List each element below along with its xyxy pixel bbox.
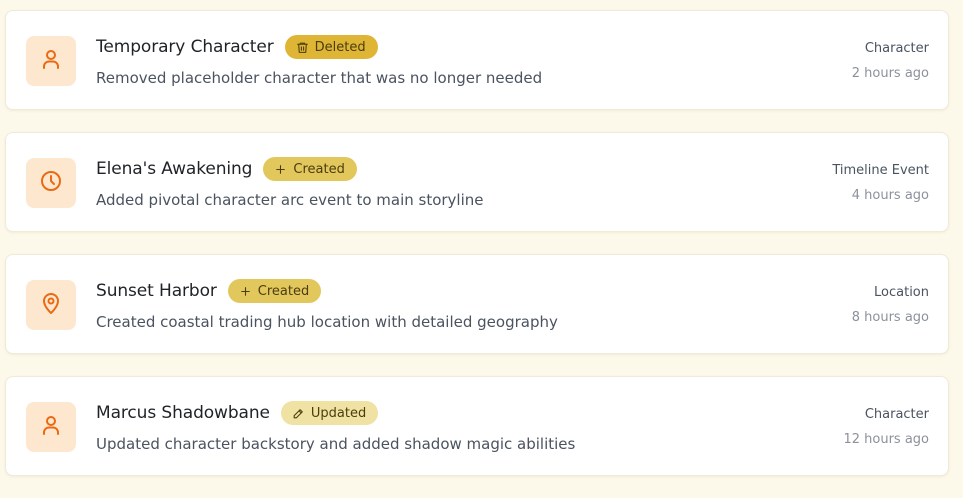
activity-title: Sunset Harbor [96,281,217,301]
activity-title: Temporary Character [96,37,274,57]
timestamp: 8 hours ago [851,310,929,325]
map-pin-icon [39,291,63,319]
activity-description: Created coastal trading hub location wit… [96,313,558,331]
activity-card[interactable]: Elena's Awakening Created Added pivotal … [5,132,949,232]
plus-icon [274,163,287,176]
activity-description: Updated character backstory and added sh… [96,435,576,453]
activity-title: Elena's Awakening [96,159,253,179]
status-badge: Updated [280,401,379,425]
badge-label: Updated [310,405,367,421]
timestamp: 12 hours ago [843,432,929,447]
activity-icon-box [26,402,76,452]
badge-label: Created [293,161,345,177]
entity-type: Timeline Event [832,163,929,178]
status-badge: Created [227,279,322,303]
activity-title: Marcus Shadowbane [96,403,270,423]
activity-feed: Temporary Character Deleted Removed plac… [5,10,949,498]
timestamp: 2 hours ago [851,66,929,81]
activity-icon-box [26,280,76,330]
activity-description: Removed placeholder character that was n… [96,69,543,87]
pencil-icon [292,407,305,420]
activity-description: Added pivotal character arc event to mai… [96,191,484,209]
activity-meta: Location 8 hours ago [852,284,929,327]
status-badge: Created [263,157,357,181]
activity-meta: Character 12 hours ago [843,406,929,449]
activity-card[interactable]: Sunset Harbor Created Created coastal tr… [5,254,949,354]
activity-meta: Character 2 hours ago [852,40,929,83]
activity-icon-box [26,36,76,86]
badge-label: Created [257,283,310,299]
activity-icon-box [26,158,76,208]
user-icon [39,413,63,441]
user-icon [39,47,63,75]
trash-icon [296,41,309,54]
status-badge: Deleted [284,35,378,59]
plus-icon [239,285,252,298]
entity-type: Character [864,407,929,422]
activity-card[interactable]: Temporary Character Deleted Removed plac… [5,10,949,110]
timestamp: 4 hours ago [851,188,929,203]
activity-card[interactable]: Marcus Shadowbane Updated Updated charac… [5,376,949,476]
badge-label: Deleted [314,39,366,55]
entity-type: Location [874,285,929,300]
entity-type: Character [864,41,929,56]
activity-meta: Timeline Event 4 hours ago [832,162,929,205]
clock-icon [39,169,63,197]
